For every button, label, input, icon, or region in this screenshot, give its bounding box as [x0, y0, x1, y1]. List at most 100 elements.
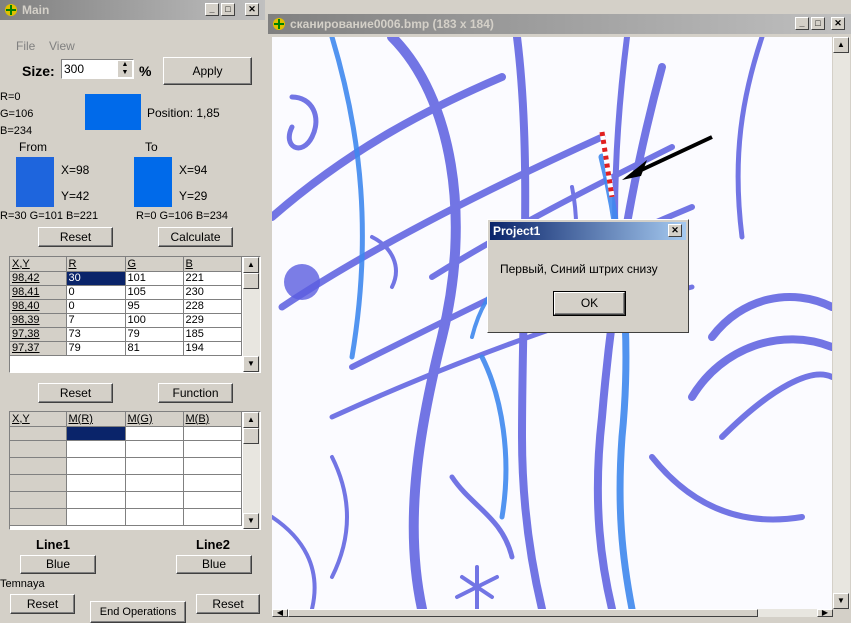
table-row[interactable]: 98,39 7 100 229 [10, 313, 242, 328]
scroll-down-icon[interactable]: ▼ [243, 513, 259, 529]
table-row[interactable] [10, 508, 242, 526]
cell-mg[interactable] [125, 474, 184, 492]
size-value[interactable]: 300 [64, 62, 84, 76]
cell-g[interactable]: 79 [125, 327, 184, 342]
cell-g[interactable]: 81 [125, 341, 184, 356]
maximize-button[interactable]: □ [811, 17, 825, 30]
calculate-button[interactable]: Calculate [158, 227, 233, 247]
header-g[interactable]: G [125, 257, 184, 272]
cell-mr[interactable] [66, 474, 126, 492]
reset-button-3[interactable]: Reset [10, 594, 75, 614]
cell-g[interactable]: 101 [125, 271, 184, 286]
header-b[interactable]: B [183, 257, 242, 272]
row-xy[interactable]: 98,39 [10, 313, 67, 328]
cell-b[interactable]: 230 [183, 285, 242, 300]
table-row[interactable] [10, 426, 242, 441]
minimize-button[interactable]: _ [205, 3, 219, 16]
cell-mb[interactable] [183, 491, 242, 509]
cell-b[interactable]: 221 [183, 271, 242, 286]
table-row[interactable]: 97,37 79 81 194 [10, 341, 242, 356]
table2-scrollbar[interactable]: ▲ ▼ [243, 412, 260, 529]
table-row[interactable] [10, 491, 242, 509]
dialog-titlebar[interactable]: Project1 ✕ [490, 222, 686, 240]
menu-view[interactable]: View [49, 39, 75, 53]
row-xy[interactable] [10, 491, 67, 509]
cell-mb[interactable] [183, 508, 242, 526]
cell-r[interactable]: 79 [66, 341, 126, 356]
close-button[interactable]: ✕ [245, 3, 259, 16]
scroll-down-icon[interactable]: ▼ [833, 593, 849, 609]
blue-button-2[interactable]: Blue [176, 555, 252, 574]
scroll-thumb[interactable] [243, 273, 259, 289]
main-titlebar[interactable]: Main _ □ ✕ [0, 0, 265, 20]
cell-b[interactable]: 228 [183, 299, 242, 314]
close-button[interactable]: ✕ [668, 224, 682, 237]
cell-g[interactable]: 95 [125, 299, 184, 314]
ok-button[interactable]: OK [553, 291, 626, 316]
table-row[interactable]: 98,40 0 95 228 [10, 299, 242, 314]
cell-r[interactable]: 0 [66, 285, 126, 300]
cell-mg[interactable] [125, 457, 184, 475]
cell-b[interactable]: 229 [183, 313, 242, 328]
cell-mg[interactable] [125, 440, 184, 458]
end-operations-button[interactable]: End Operations [90, 601, 186, 623]
cell-r[interactable]: 7 [66, 313, 126, 328]
cell-mr[interactable] [66, 457, 126, 475]
function-button[interactable]: Function [158, 383, 233, 403]
scroll-thumb[interactable] [243, 428, 259, 444]
reset-button-4[interactable]: Reset [196, 594, 260, 614]
scroll-right-icon[interactable]: ▶ [817, 609, 833, 617]
spin-arrows-icon[interactable]: ▲ ▼ [118, 61, 132, 77]
cell-g[interactable]: 105 [125, 285, 184, 300]
cell-mb[interactable] [183, 440, 242, 458]
scroll-up-icon[interactable]: ▲ [833, 37, 849, 53]
row-xy[interactable]: 98,41 [10, 285, 67, 300]
blue-button-1[interactable]: Blue [20, 555, 96, 574]
row-xy[interactable]: 98,40 [10, 299, 67, 314]
cell-g[interactable]: 100 [125, 313, 184, 328]
minimize-button[interactable]: _ [795, 17, 809, 30]
menu-file[interactable]: File [16, 39, 35, 53]
image-hscrollbar[interactable]: ◀ ▶ [272, 609, 833, 617]
size-spinner[interactable]: 300 ▲ ▼ [61, 59, 134, 79]
table-row[interactable] [10, 474, 242, 492]
scroll-up-icon[interactable]: ▲ [243, 412, 259, 428]
cell-mb[interactable] [183, 426, 242, 441]
table-row[interactable] [10, 440, 242, 458]
cell-r[interactable]: 0 [66, 299, 126, 314]
cell-mg[interactable] [125, 426, 184, 441]
scroll-left-icon[interactable]: ◀ [272, 609, 288, 617]
cell-r[interactable]: 73 [66, 327, 126, 342]
header-xy[interactable]: X,Y [10, 257, 67, 272]
table1-scrollbar[interactable]: ▲ ▼ [243, 257, 260, 372]
cell-b[interactable]: 185 [183, 327, 242, 342]
header-mr[interactable]: M(R) [66, 412, 126, 427]
scroll-thumb[interactable] [288, 609, 758, 617]
cell-mr[interactable] [66, 440, 126, 458]
cell-r[interactable]: 30 [66, 271, 126, 286]
header-xy[interactable]: X,Y [10, 412, 67, 427]
cell-mg[interactable] [125, 508, 184, 526]
rgb-table[interactable]: X,Y R G B 98,42 30 101 221 98,41 0 105 2… [9, 256, 261, 373]
row-xy[interactable] [10, 440, 67, 458]
close-button[interactable]: ✕ [831, 17, 845, 30]
scroll-down-icon[interactable]: ▼ [243, 356, 259, 372]
row-xy[interactable] [10, 474, 67, 492]
row-xy[interactable]: 97,37 [10, 341, 67, 356]
row-xy[interactable] [10, 508, 67, 526]
table-row[interactable]: 98,42 30 101 221 [10, 271, 242, 286]
cell-mb[interactable] [183, 457, 242, 475]
row-xy[interactable] [10, 457, 67, 475]
table-row[interactable]: 98,41 0 105 230 [10, 285, 242, 300]
table-row[interactable]: 97,38 73 79 185 [10, 327, 242, 342]
image-titlebar[interactable]: сканирование0006.bmp (183 x 184) _ □ ✕ [268, 14, 851, 34]
reset-button-2[interactable]: Reset [38, 383, 113, 403]
scroll-up-icon[interactable]: ▲ [243, 257, 259, 273]
cell-mr[interactable] [66, 426, 126, 441]
apply-button[interactable]: Apply [163, 57, 252, 85]
cell-mr[interactable] [66, 491, 126, 509]
header-mg[interactable]: M(G) [125, 412, 184, 427]
header-mb[interactable]: M(B) [183, 412, 242, 427]
image-vscrollbar[interactable]: ▲ ▼ [833, 37, 850, 609]
row-xy[interactable] [10, 426, 67, 441]
